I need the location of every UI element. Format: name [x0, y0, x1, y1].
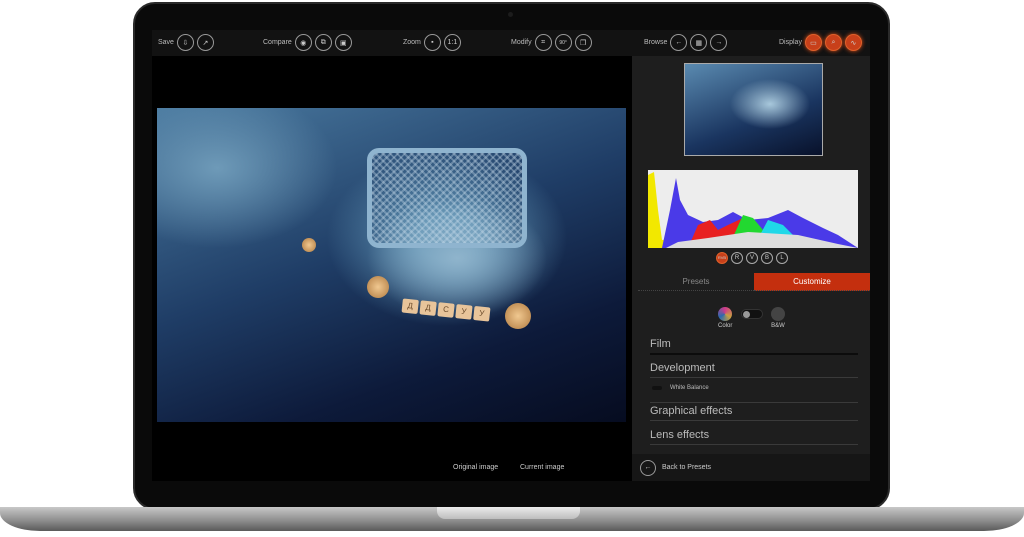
arrow-left-icon: ←	[640, 459, 656, 476]
section-lens-effects[interactable]: Lens effects	[650, 429, 858, 445]
bw-label: B&W	[771, 323, 785, 329]
key: С	[437, 302, 455, 318]
rotate-icon[interactable]: 90°	[554, 34, 572, 51]
key: У	[455, 304, 473, 320]
one-to-one-button[interactable]: 1:1	[443, 34, 461, 51]
color-label: Color	[718, 323, 733, 329]
display-group: Display ▭ ⌕ ∿	[779, 34, 862, 51]
before-after-icon[interactable]: ▣	[334, 34, 352, 51]
section-graphical-effects[interactable]: Graphical effects	[650, 402, 858, 421]
radio-keys: Д Д С У У	[401, 298, 491, 322]
channel-selector: RVB R V B L	[716, 252, 788, 264]
panel-tabs: Presets Customize	[638, 273, 870, 291]
white-balance-toggle[interactable]	[652, 386, 662, 390]
camera	[508, 12, 513, 17]
copy-icon[interactable]: ❐	[574, 34, 592, 51]
crop-icon[interactable]: ⌗	[534, 34, 552, 51]
main-photo: Д Д С У У	[157, 108, 626, 422]
save-icon[interactable]: ⇩	[176, 34, 194, 51]
white-balance-item[interactable]: White Balance	[652, 385, 709, 391]
key: Д	[401, 298, 419, 315]
key: Д	[419, 300, 437, 316]
split-compare-icon[interactable]: ⧉	[314, 34, 332, 51]
laptop-notch	[437, 507, 580, 519]
radio-knob	[505, 303, 531, 329]
save-label: Save	[158, 39, 174, 46]
section-development[interactable]: Development	[650, 362, 858, 378]
tab-customize[interactable]: Customize	[754, 273, 870, 291]
channel-v[interactable]: V	[746, 252, 758, 264]
browse-label: Browse	[644, 39, 668, 46]
loupe-icon[interactable]: ⌕	[824, 34, 842, 51]
display-label: Display	[779, 39, 802, 46]
white-balance-label: White Balance	[670, 385, 709, 391]
tab-presets[interactable]: Presets	[638, 273, 754, 291]
channel-l[interactable]: L	[776, 252, 788, 264]
grid-icon[interactable]: ▦	[690, 34, 708, 51]
save-group: Save ⇩ ↗	[158, 34, 214, 51]
monitor-icon[interactable]: ▭	[804, 34, 822, 51]
navigator-thumbnail[interactable]	[684, 63, 823, 156]
section-film[interactable]: Film	[650, 338, 858, 355]
radio-grille	[367, 148, 527, 248]
histogram-icon[interactable]: ∿	[844, 34, 862, 51]
eye-icon[interactable]: ◉	[294, 34, 312, 51]
app-screen: Save ⇩ ↗ Compare ◉ ⧉ ▣ Zoom ▪ 1:1 Modify…	[152, 30, 870, 481]
original-image-label[interactable]: Original image	[453, 464, 498, 471]
channel-rvb[interactable]: RVB	[716, 252, 728, 264]
back-to-presets-label: Back to Presets	[662, 464, 712, 471]
color-bw-toggle[interactable]	[741, 309, 763, 319]
channel-r[interactable]: R	[731, 252, 743, 264]
color-icon	[718, 307, 733, 321]
zoom-group: Zoom ▪ 1:1	[403, 34, 461, 51]
compare-label: Compare	[263, 39, 292, 46]
current-image-label[interactable]: Current image	[520, 464, 564, 471]
right-panel: RVB R V B L Presets Customize Color B&W …	[632, 56, 870, 481]
zoom-label: Zoom	[403, 39, 421, 46]
bw-mode-button[interactable]: B&W	[771, 307, 785, 329]
export-icon[interactable]: ↗	[196, 34, 214, 51]
fit-icon[interactable]: ▪	[423, 34, 441, 51]
browse-group: Browse ← ▦ →	[644, 34, 728, 51]
modify-label: Modify	[511, 39, 532, 46]
arrow-left-icon[interactable]: ←	[670, 34, 688, 51]
back-to-presets-button[interactable]: ← Back to Presets	[632, 454, 870, 481]
compare-group: Compare ◉ ⧉ ▣	[263, 34, 352, 51]
modify-group: Modify ⌗ 90° ❐	[511, 34, 592, 51]
histogram	[648, 170, 858, 248]
radio-knob	[302, 238, 316, 252]
arrow-right-icon[interactable]: →	[710, 34, 728, 51]
key: У	[473, 305, 491, 322]
bw-icon	[771, 307, 785, 321]
color-mode-button[interactable]: Color	[718, 307, 732, 329]
toolbar: Save ⇩ ↗ Compare ◉ ⧉ ▣ Zoom ▪ 1:1 Modify…	[152, 30, 870, 56]
radio-knob	[367, 276, 389, 298]
channel-b[interactable]: B	[761, 252, 773, 264]
